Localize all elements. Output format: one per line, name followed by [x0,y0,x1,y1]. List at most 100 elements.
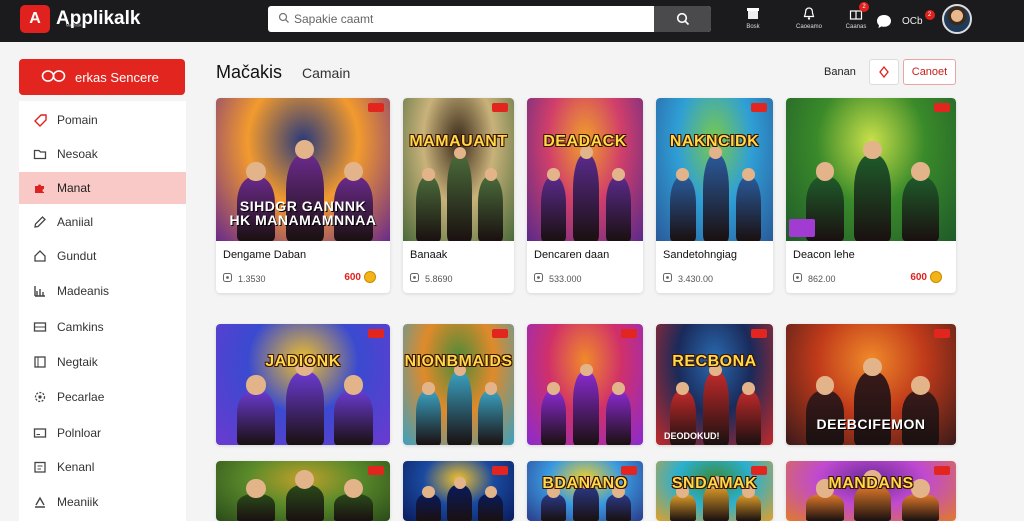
game-thumbnail [403,461,514,521]
badge-tag-icon [492,329,508,338]
game-art-title: BDANANO [542,474,628,492]
character-figure [447,372,472,445]
game-card[interactable]: NAKNCIDK Sandetohngiag 3.430.00 [656,98,773,293]
sidebar-item-label: Negtaik [57,355,98,369]
badge-tag-icon [368,329,384,338]
game-card[interactable]: SIHDGR GANNNK HK MANAMAMNNAA Dengame Daba… [216,98,390,293]
badge-tag-icon [368,103,384,112]
grid-icon [31,320,49,334]
character-head [422,168,435,181]
search-button[interactable] [654,6,711,32]
sidebar-item-kenanl[interactable]: Kenanl [19,451,186,483]
nav-chat[interactable]: OCb 2 [876,8,936,34]
game-art-title: SIHDGR GANNNK HK MANAMAMNNAA [229,198,377,228]
game-card[interactable]: JADIONK [216,324,390,445]
character-figure [416,390,441,445]
search-input[interactable] [294,6,654,32]
page-title: Mačakis [216,62,283,82]
character-head [815,375,835,395]
character-figure [540,494,567,521]
sidebar-item-nesoak[interactable]: Nesoak [19,138,186,170]
character-figure [702,155,729,241]
character-figure [573,155,599,241]
folder-icon [31,147,49,161]
game-card[interactable]: MAMAUANT Banaak 5.8690 [403,98,514,293]
coin-icon [364,271,376,283]
sidebar-item-aaniial[interactable]: Aaniial [19,206,186,238]
character-head [612,381,625,395]
sidebar-item-label: Polnloar [57,426,102,440]
character-figure [416,176,441,241]
character-head [547,167,561,181]
game-art-title: RECBONA [672,353,757,371]
sidebar-item-polnloar[interactable]: Polnloar [19,417,186,449]
game-card[interactable] [403,461,514,521]
character-head [343,375,363,395]
sidebar-item-negtaik[interactable]: Negtaik [19,346,186,378]
sidebar-menu: Pomain Nesoak Manat Aaniial Gundut Madeanis Ca… [19,101,186,521]
tab-camain[interactable]: Camain [302,65,350,81]
sidebar-item-manat[interactable]: Manat [19,172,186,204]
card-icon [31,426,49,440]
game-meta-value: 533.000 [549,273,582,284]
nav-store-label: Bosk [746,24,760,30]
character-figure [478,176,503,241]
settings-icon [31,390,49,404]
game-card[interactable]: MANDANS [786,461,956,521]
character-figure [854,372,892,445]
game-card[interactable] [216,461,390,521]
character-figure [605,390,632,445]
nav-notifications-label: Caoeamo [795,24,822,30]
nav-gifts[interactable]: 2 Caanas [836,2,876,32]
sidebar-item-label: Manat [57,181,91,195]
badge-tag-icon [492,466,508,475]
game-card[interactable]: SNDAMAK [656,461,773,521]
cancel-button[interactable]: Canoet [903,59,956,85]
upload-icon [31,495,49,509]
sort-label[interactable]: Banan [824,66,856,78]
character-head [246,478,266,498]
game-card[interactable]: DEADACK Dencaren daan 533.000 [527,98,643,293]
game-card[interactable]: Deacon lehe 862.00 600 [786,98,956,293]
game-art-title: NIONBMAIDS [404,353,513,371]
sidebar-primary-button[interactable]: erkas Sencere [19,59,185,95]
character-figure [735,494,762,521]
game-thumbnail [786,98,956,241]
filter-button[interactable] [869,59,899,85]
infinity-icon [41,69,67,86]
game-card[interactable]: BDANANO [527,461,643,521]
sidebar-item-label: Madeanis [57,284,110,298]
sidebar-item-gundut[interactable]: Gundut [19,240,186,272]
character-figure [735,390,762,445]
download-icon [534,273,543,284]
user-avatar[interactable] [942,4,972,34]
nav-notifications[interactable]: Caoeamo [789,6,829,32]
character-figure [670,176,696,241]
character-figure [540,176,567,241]
game-art-title: MANDANS [828,474,914,492]
sidebar-item-meaniik[interactable]: Meaniik [19,486,186,518]
character-head [343,478,363,498]
game-card[interactable]: NIONBMAIDS [403,324,514,445]
sidebar-item-pecarlae[interactable]: Pecarlae [19,381,186,413]
character-figure [605,494,632,521]
download-icon [410,273,419,284]
game-art-title: DEEBCIFEMON [816,416,926,432]
nav-store[interactable]: Bosk [733,6,773,32]
character-head [453,476,466,489]
character-figure [236,494,276,521]
sidebar-item-camkins[interactable]: Camkins [19,311,186,343]
game-card[interactable]: DEEBCIFEMON [786,324,956,445]
sidebar-primary-label: erkas Sencere [75,69,159,85]
character-head [422,382,435,395]
game-card[interactable] [527,324,643,445]
sidebar-item-pomain[interactable]: Pomain [19,104,186,136]
game-meta: 5.8690 [410,273,453,284]
game-card[interactable]: RECBONA DEODOKUD! [656,324,773,445]
game-thumbnail: SIHDGR GANNNK HK MANAMAMNNAA [216,98,390,241]
sidebar-item-madeanis[interactable]: Madeanis [19,275,186,307]
badge-tag-icon [751,329,767,338]
character-head [343,161,363,181]
game-meta-value: 862.00 [808,273,836,284]
character-figure [334,390,373,445]
